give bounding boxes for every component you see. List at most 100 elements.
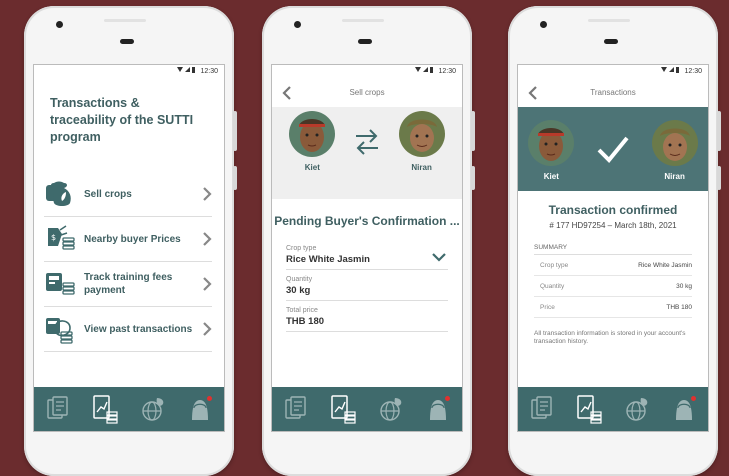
menu-item-label: Sell crops	[84, 188, 132, 200]
profile-icon[interactable]	[670, 394, 698, 424]
buyer: Niran	[651, 119, 698, 181]
camera	[540, 21, 547, 28]
side-button	[717, 111, 721, 151]
camera	[56, 21, 63, 28]
summary-row: Crop type Rice White Jasmin	[534, 255, 692, 276]
phone-transaction-confirmed: 12:30 Transactions Kiet Niran Transactio…	[508, 6, 721, 476]
speaker	[358, 39, 372, 44]
summary-value: 30 kg	[676, 283, 692, 290]
page-title: Transactions & traceability of the SUTTI…	[50, 96, 194, 144]
header-title: Sell crops	[349, 88, 385, 97]
quantity-field[interactable]: Quantity 30 kg	[286, 270, 448, 301]
field-value: 30 kg	[286, 285, 311, 296]
bottom-nav	[34, 387, 224, 431]
profile-icon[interactable]	[424, 394, 452, 424]
status-time: 12:30	[438, 68, 456, 75]
status-time: 12:30	[684, 68, 702, 75]
side-button	[471, 166, 475, 190]
side-button	[233, 111, 237, 151]
transaction-id: # 177 HD97254 – March 18th, 2021	[549, 221, 677, 230]
globe-leaf-icon[interactable]	[623, 394, 651, 424]
documents-icon[interactable]	[44, 394, 72, 424]
chart-coins-icon[interactable]	[91, 394, 119, 424]
exchange-arrows-icon	[355, 128, 378, 155]
chart-coins-icon[interactable]	[329, 394, 357, 424]
summary-value: THB 180	[666, 304, 692, 311]
seller-name: Kiet	[304, 163, 320, 172]
summary-row: Price THB 180	[534, 297, 692, 318]
back-chevron-icon[interactable]	[282, 86, 292, 100]
header-bar: Sell crops	[272, 79, 462, 107]
menu-item-sell-crops[interactable]: Sell crops	[44, 172, 212, 217]
signal-battery-icon	[415, 67, 434, 73]
status-time: 12:30	[200, 68, 218, 75]
pending-status: Pending Buyer's Confirmation ...	[274, 214, 460, 228]
menu-item-label: Nearby buyer Prices	[84, 233, 181, 245]
phone-slit	[104, 19, 146, 22]
screen: 12:30 Transactions & traceability of the…	[33, 64, 225, 432]
field-label: Total price	[286, 307, 318, 314]
chevron-right-icon	[203, 322, 212, 336]
buyer-name: Niran	[411, 163, 432, 172]
avatar	[289, 111, 336, 157]
field-value: Rice White Jasmin	[286, 254, 370, 265]
bottom-nav	[272, 387, 462, 431]
field-label: Crop type	[286, 245, 317, 252]
side-button	[717, 166, 721, 190]
phone-slit	[588, 19, 630, 22]
phone-main-menu: 12:30 Transactions & traceability of the…	[24, 6, 237, 476]
crop-type-select[interactable]: Crop type Rice White Jasmin	[286, 239, 448, 270]
participants: Kiet Niran	[272, 107, 462, 199]
chevron-right-icon	[203, 277, 212, 291]
chart-coins-icon[interactable]	[575, 394, 603, 424]
field-label: Quantity	[286, 276, 313, 283]
signal-battery-icon	[661, 67, 680, 73]
profile-icon[interactable]	[186, 394, 214, 424]
status-bar: 12:30	[518, 65, 708, 79]
signal-battery-icon	[177, 67, 196, 73]
globe-leaf-icon[interactable]	[139, 394, 167, 424]
price-coins-icon: $	[48, 225, 75, 250]
seller-name: Kiet	[543, 171, 559, 181]
summary-key: Crop type	[540, 262, 569, 269]
documents-icon[interactable]	[282, 394, 310, 424]
checkmark-icon	[597, 136, 629, 163]
screen: 12:30 Sell crops Kiet Niran Pending Buye…	[271, 64, 463, 432]
history-note: All transaction information is stored in…	[534, 330, 686, 345]
buyer: Niran	[398, 111, 445, 172]
chevron-down-icon	[432, 253, 446, 262]
avatar	[528, 119, 575, 166]
screen: 12:30 Transactions Kiet Niran Transactio…	[517, 64, 709, 432]
globe-leaf-icon[interactable]	[377, 394, 405, 424]
summary-key: Quantity	[540, 283, 565, 290]
menu-item-view-past-transactions[interactable]: View past transactions	[44, 307, 212, 352]
back-chevron-icon[interactable]	[528, 86, 538, 100]
speaker	[604, 39, 618, 44]
menu-item-nearby-buyer-prices[interactable]: $ Nearby buyer Prices	[44, 217, 212, 262]
phone-slit	[342, 19, 384, 22]
training-fees-icon	[46, 273, 75, 295]
status-bar: 12:30	[272, 65, 462, 79]
phone-sell-crops: 12:30 Sell crops Kiet Niran Pending Buye…	[262, 6, 475, 476]
confirmation-title: Transaction confirmed	[548, 203, 678, 217]
summary-value: Rice White Jasmin	[638, 262, 692, 269]
past-transactions-icon	[46, 318, 73, 344]
camera	[294, 21, 301, 28]
seller: Kiet	[528, 119, 575, 181]
menu-item-label: View past transactions	[84, 323, 193, 335]
menu-item-label: Track training fees payment	[84, 272, 173, 296]
documents-icon[interactable]	[528, 394, 556, 424]
chevron-right-icon	[203, 232, 212, 246]
side-button	[233, 166, 237, 190]
speaker	[120, 39, 134, 44]
field-value: THB 180	[286, 316, 325, 327]
summary-row: Quantity 30 kg	[534, 276, 692, 297]
total-price-field[interactable]: Total price THB 180	[286, 301, 448, 332]
header-title: Transactions	[590, 88, 636, 97]
summary-heading: SUMMARY	[534, 244, 692, 255]
avatar	[651, 119, 698, 166]
summary-key: Price	[540, 304, 555, 311]
bottom-nav	[518, 387, 708, 431]
participants: Kiet Niran	[518, 107, 708, 191]
menu-item-track-training-fees[interactable]: Track training fees payment	[44, 262, 212, 307]
